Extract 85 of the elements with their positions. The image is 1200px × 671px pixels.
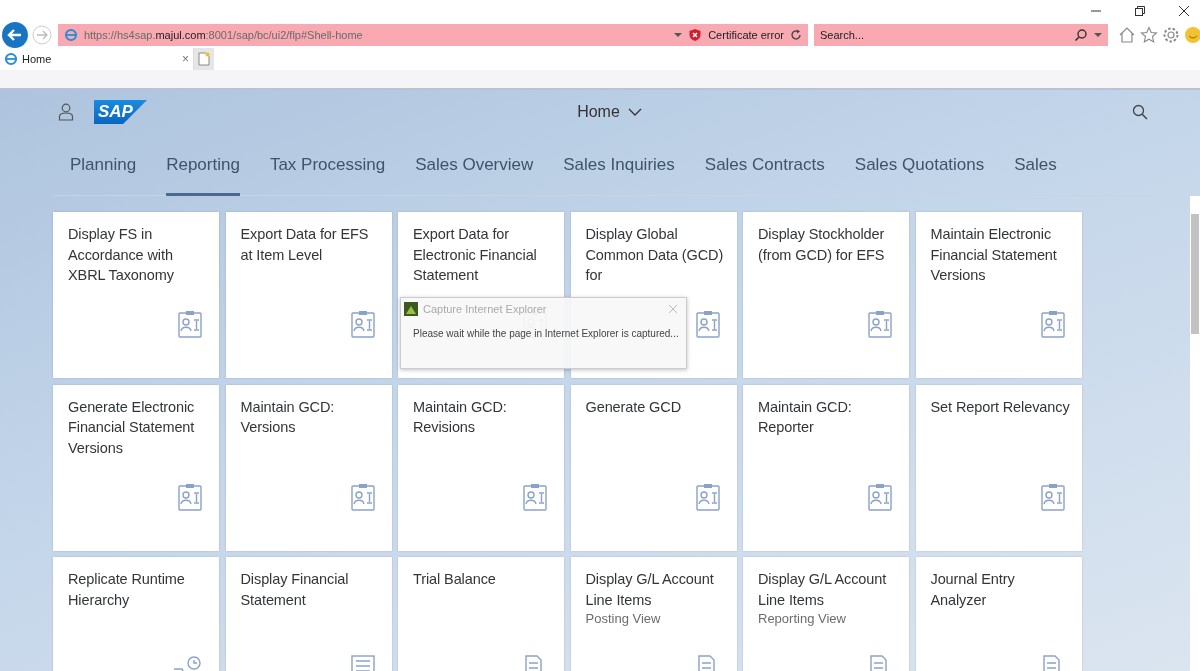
group-tab[interactable]: Sales <box>1014 133 1057 196</box>
tile-title: Display G/L Account Line Items <box>758 570 888 610</box>
dropdown-icon[interactable] <box>1094 32 1103 38</box>
chevron-down-icon <box>627 107 642 117</box>
contact-card-icon <box>178 482 202 511</box>
tile-title: Export Data for Electronic Financial Statement <box>413 225 538 285</box>
app-tile[interactable]: Trial Balance <box>398 557 564 671</box>
close-icon[interactable] <box>668 304 678 314</box>
tile-title: Generate Electronic Financial Statement Versions <box>68 397 196 458</box>
tile-title: Display Financial Statement <box>240 570 350 610</box>
group-tab[interactable]: Sales Overview <box>415 133 534 196</box>
address-bar[interactable]: https://hs4sap.majul.com:8001/sap/bc/ui2/flp#Shell-home Certificate error <box>57 24 808 46</box>
contact-card-icon <box>1040 482 1065 511</box>
browser-icon <box>4 52 18 66</box>
tile-title: Export Data for EFS at Item Level <box>240 225 370 265</box>
app-tile[interactable]: Display Financial Statement <box>225 557 392 671</box>
app-tile[interactable]: Generate Electronic Financial Statement Versions <box>53 384 219 551</box>
group-tab[interactable]: Sales Inquiries <box>563 133 675 196</box>
app-tile[interactable]: Display G/L Account Line Items Reporting View <box>743 557 909 671</box>
group-tab[interactable]: Planning <box>70 133 137 196</box>
app-icon <box>404 302 418 316</box>
tile-title: Display G/L Account Line Items <box>585 570 715 610</box>
browser-icon <box>63 28 78 42</box>
shield-icon <box>688 28 703 42</box>
group-tab[interactable]: Sales Contracts <box>704 133 825 196</box>
star-icon[interactable] <box>1140 26 1159 44</box>
tile-title: Trial Balance <box>413 570 497 589</box>
home-icon[interactable] <box>1118 26 1137 44</box>
tile-title: Replicate Runtime Hierarchy <box>68 570 186 610</box>
tile-title: Maintain GCD: Revisions <box>413 397 508 437</box>
app-tile[interactable]: Export Data for EFS at Item Level <box>225 212 392 378</box>
contact-card-icon <box>350 310 375 338</box>
contact-card-icon <box>695 310 720 338</box>
tile-title: Set Report Relevancy <box>930 397 1071 417</box>
contact-card-icon <box>178 310 202 338</box>
search-field[interactable]: Search... <box>813 24 1109 46</box>
sap-logo: SAP <box>94 100 147 124</box>
refresh-icon <box>789 29 802 41</box>
settings-icon[interactable] <box>1162 26 1181 44</box>
search-icon[interactable] <box>1074 28 1089 42</box>
tile-title: Display FS in Accordance with XBRL Taxonomy <box>68 225 175 285</box>
certificate-error-text: Certificate error <box>708 29 784 41</box>
app-tile[interactable]: Journal Entry Analyzer <box>915 557 1082 671</box>
tab-close-button[interactable]: × <box>182 52 189 66</box>
tile-title: Display Global Common Data (GCD) for <box>585 225 725 285</box>
app-tile[interactable]: Display G/L Account Line Items Posting View <box>570 557 737 671</box>
dialog-title: Capture Internet Explorer <box>423 303 547 315</box>
app-tile[interactable]: Maintain GCD: Revisions <box>398 384 564 551</box>
search-icon[interactable] <box>1132 104 1148 120</box>
smiley-icon[interactable] <box>1184 26 1200 44</box>
dropdown-icon <box>674 32 683 38</box>
tile-title: Journal Entry Analyzer <box>930 570 1016 610</box>
home-menu-button[interactable]: Home <box>571 102 648 122</box>
forward-button[interactable] <box>31 25 52 45</box>
user-icon[interactable] <box>58 103 74 121</box>
app-tile[interactable]: Set Report Relevancy <box>915 384 1082 551</box>
group-tab[interactable]: Reporting <box>166 133 240 196</box>
restore-button[interactable] <box>1134 5 1146 17</box>
group-tab[interactable]: Tax Processing <box>269 133 386 196</box>
back-button[interactable] <box>2 22 28 48</box>
contact-card-icon <box>868 482 892 511</box>
app-tile[interactable]: Maintain Electronic Financial Statement Versions <box>915 212 1082 378</box>
tile-title: Display Stockholder (from GCD) for EFS <box>758 225 886 265</box>
app-tile[interactable]: Generate GCD <box>570 384 737 551</box>
app-tile[interactable]: Maintain GCD: Versions <box>225 384 392 551</box>
tile-title: Maintain Electronic Financial Statement Versions <box>930 225 1058 285</box>
contact-card-icon <box>350 482 375 511</box>
app-tile[interactable]: Display FS in Accordance with XBRL Taxonomy <box>53 212 219 378</box>
new-tab-button[interactable] <box>194 48 214 70</box>
tile-subtitle: Posting View <box>585 611 662 626</box>
app-tile[interactable]: Replicate Runtime Hierarchy <box>53 557 219 671</box>
url-text: https://hs4sap.majul.com:8001/sap/bc/ui2/flp#Shell-home <box>83 29 363 41</box>
group-tab[interactable]: Sales Quotations <box>854 133 985 196</box>
tile-subtitle: Reporting View <box>758 611 847 626</box>
contact-card-icon <box>868 310 892 338</box>
tile-title: Generate GCD <box>585 397 682 417</box>
contact-card-icon <box>523 482 547 511</box>
contact-card-icon <box>695 482 720 511</box>
app-tile[interactable]: Maintain GCD: Reporter <box>743 384 909 551</box>
tile-title: Maintain GCD: Reporter <box>758 397 853 437</box>
contact-card-icon <box>1040 310 1065 338</box>
app-tile[interactable]: Display Stockholder (from GCD) for EFS <box>743 212 909 378</box>
close-button[interactable] <box>1178 5 1190 17</box>
scrollbar[interactable] <box>1190 196 1200 671</box>
tile-title: Maintain GCD: Versions <box>240 397 336 437</box>
